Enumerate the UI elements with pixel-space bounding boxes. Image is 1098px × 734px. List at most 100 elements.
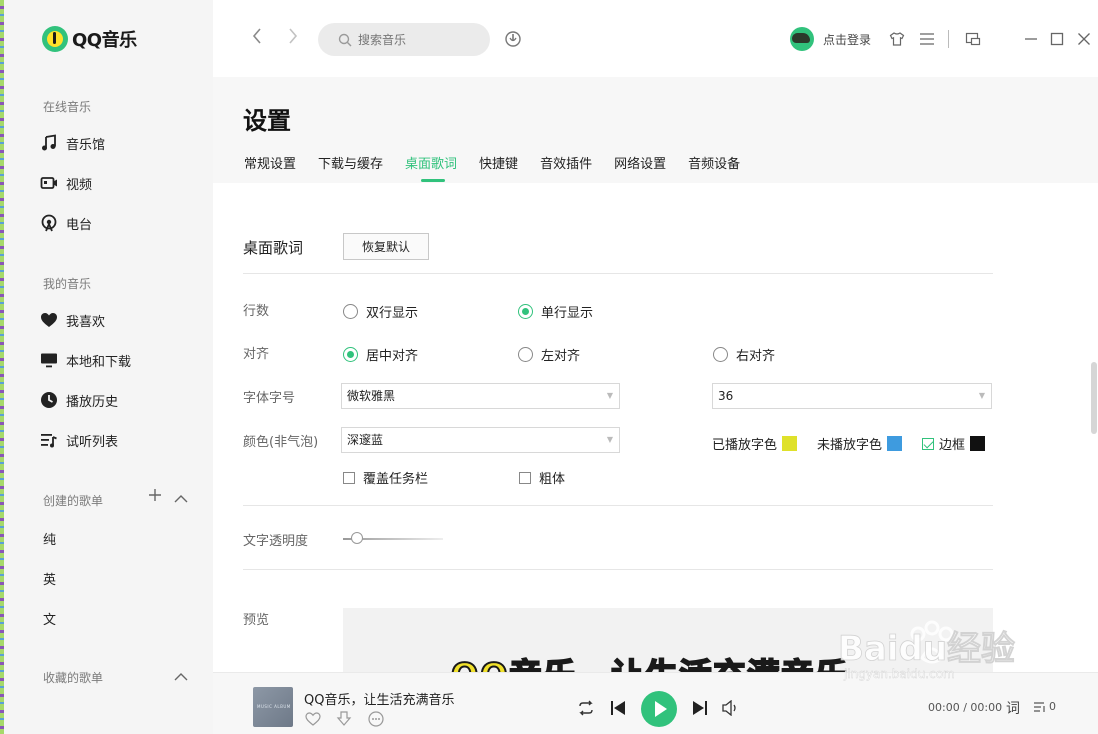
back-arrow-icon[interactable]: [247, 28, 267, 50]
border-color-swatch[interactable]: [970, 436, 986, 451]
scrollbar-thumb[interactable]: [1091, 362, 1097, 434]
next-track-icon[interactable]: [690, 698, 710, 718]
opacity-label: 文字透明度: [243, 534, 309, 549]
dropdown-arrow-icon: ▼: [978, 391, 985, 400]
queue-count: 0: [1049, 700, 1056, 713]
sidebar-item-history[interactable]: 播放历史: [40, 389, 118, 411]
font-size-select[interactable]: 36 ▼: [712, 383, 992, 409]
hidden-placeholder-81: [1048, 29, 1068, 49]
search-icon: [338, 33, 352, 46]
menu-icon[interactable]: [917, 29, 937, 49]
reset-default-button[interactable]: 恢复默认: [343, 233, 429, 260]
search-box[interactable]: [318, 23, 490, 56]
watermark-text: Baidu经验: [838, 629, 1015, 669]
baidu-jingyan-watermark: Baidu经验 jingyan.baidu.com: [838, 620, 1015, 681]
tab-general[interactable]: 常规设置: [244, 153, 296, 181]
add-playlist-icon[interactable]: [148, 487, 162, 506]
sidebar-item-favorites[interactable]: 我喜欢: [40, 309, 105, 331]
tab-desktop-lyrics[interactable]: 桌面歌词: [405, 153, 457, 182]
collapse-collected-chevron-icon[interactable]: [174, 667, 188, 686]
radio-label: 单行显示: [541, 306, 594, 321]
desktop-lyrics-toggle[interactable]: 词: [1006, 698, 1020, 718]
color-scheme-select[interactable]: 深邃蓝 ▼: [341, 427, 620, 453]
font-family-select[interactable]: 微软雅黑 ▼: [341, 383, 620, 409]
watermark-url: jingyan.baidu.com: [843, 667, 955, 681]
radio-single-line[interactable]: 单行显示: [518, 302, 593, 321]
user-avatar[interactable]: [790, 27, 814, 51]
collected-playlists-title: 收藏的歌单: [43, 671, 104, 685]
created-playlists-title: 创建的歌单: [43, 494, 104, 508]
font-label: 字体字号: [243, 391, 296, 406]
opacity-slider-handle[interactable]: [351, 532, 363, 544]
playlist-item[interactable]: 纯: [43, 529, 56, 548]
bold-checkbox[interactable]: 粗体: [519, 468, 565, 487]
divider: [243, 505, 993, 506]
more-options-icon[interactable]: [366, 709, 386, 729]
font-size-value: 36: [718, 389, 734, 403]
video-icon: [40, 177, 57, 189]
page-title: 设置: [243, 107, 291, 135]
played-color-swatch[interactable]: [782, 436, 798, 451]
tab-audio-devices[interactable]: 音频设备: [688, 153, 740, 181]
voice-search-icon[interactable]: [503, 29, 523, 49]
settings-page: 设置 常规设置 下载与缓存 桌面歌词 快捷键 音效插件 网络设置 音频设备 桌面…: [213, 77, 1098, 672]
sidebar-item-label: 我喜欢: [66, 314, 106, 330]
skin-shirt-icon[interactable]: [887, 29, 907, 49]
repeat-mode-icon[interactable]: [576, 698, 596, 718]
radio-button-checked-icon: [518, 304, 533, 319]
like-heart-icon[interactable]: [303, 709, 323, 729]
color-scheme-value: 深邃蓝: [347, 433, 384, 447]
settings-header: 设置 常规设置 下载与缓存 桌面歌词 快捷键 音效插件 网络设置 音频设备: [213, 77, 1098, 183]
collapse-created-chevron-icon[interactable]: [174, 489, 188, 508]
cover-taskbar-checkbox[interactable]: 覆盖任务栏: [343, 468, 428, 487]
playlist-item[interactable]: 英: [43, 569, 56, 588]
tab-network[interactable]: 网络设置: [614, 153, 666, 181]
search-input[interactable]: [358, 32, 478, 47]
radio-button-icon: [518, 347, 533, 362]
dropdown-arrow-icon: ▼: [606, 391, 613, 400]
checkbox-icon: [343, 471, 355, 484]
forward-arrow-icon[interactable]: [283, 28, 303, 50]
album-cover[interactable]: MUSIC ALBUM: [253, 687, 293, 727]
radio-double-line[interactable]: 双行显示: [343, 302, 418, 321]
border-option[interactable]: 边框: [922, 434, 986, 453]
unplayed-color-option[interactable]: 未播放字色: [817, 434, 903, 453]
tab-download-cache[interactable]: 下载与缓存: [318, 153, 383, 181]
close-icon[interactable]: [1074, 29, 1094, 49]
album-cover-text: MUSIC ALBUM: [257, 704, 291, 709]
tab-sound-plugins[interactable]: 音效插件: [540, 153, 592, 181]
unplayed-color-swatch[interactable]: [887, 436, 903, 451]
divider: [243, 273, 993, 274]
played-color-option[interactable]: 已播放字色: [712, 434, 798, 453]
sidebar-item-music-hall[interactable]: 音乐馆: [40, 132, 105, 154]
sidebar-item-video[interactable]: 视频: [40, 172, 92, 194]
app-logo[interactable]: QQ音乐: [42, 26, 137, 52]
toolbar-divider: [948, 30, 949, 48]
play-button[interactable]: [641, 691, 677, 727]
preview-label: 预览: [243, 613, 270, 628]
radio-align-left[interactable]: 左对齐: [518, 345, 580, 364]
sidebar-item-radio[interactable]: 电台: [40, 212, 92, 234]
checkbox-icon: [519, 471, 531, 484]
sidebar-item-label: 音乐馆: [66, 137, 106, 153]
radio-align-center[interactable]: 居中对齐: [343, 345, 418, 364]
login-link[interactable]: 点击登录: [823, 31, 871, 48]
radio-align-right[interactable]: 右对齐: [713, 345, 775, 364]
checkbox-checked-icon[interactable]: [922, 437, 934, 450]
download-icon[interactable]: [334, 709, 354, 729]
qq-music-logo-icon: [42, 26, 68, 52]
play-queue-button[interactable]: 0: [1033, 700, 1056, 713]
sidebar-item-local-downloads[interactable]: 本地和下载: [40, 349, 131, 371]
settings-tabs: 常规设置 下载与缓存 桌面歌词 快捷键 音效插件 网络设置 音频设备: [244, 153, 762, 182]
heart-icon: [41, 313, 57, 327]
song-title[interactable]: QQ音乐，让生活充满音乐: [304, 689, 454, 708]
clock-icon: [41, 392, 57, 408]
mini-mode-icon[interactable]: [963, 29, 983, 49]
radio-button-icon: [713, 347, 728, 362]
previous-track-icon[interactable]: [608, 698, 628, 718]
volume-icon[interactable]: [721, 698, 741, 718]
playlist-item[interactable]: 文: [43, 609, 56, 628]
tab-shortcuts[interactable]: 快捷键: [479, 153, 518, 181]
font-family-value: 微软雅黑: [347, 389, 396, 403]
sidebar-item-trial-list[interactable]: 试听列表: [40, 429, 118, 451]
